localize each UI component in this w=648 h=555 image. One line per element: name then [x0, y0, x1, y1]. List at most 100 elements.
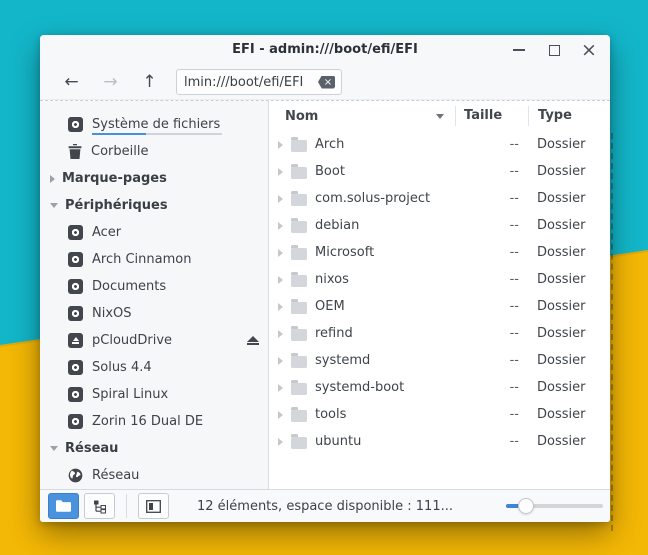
sidebar-item-label: Spiral Linux — [92, 387, 168, 402]
statusbar: 12 éléments, espace disponible : 111... — [40, 489, 610, 522]
file-row-tools[interactable]: tools -- Dossier — [269, 401, 610, 428]
sidebar-item-zorin[interactable]: Zorin 16 Dual DE — [40, 408, 268, 435]
tree-view-icon — [93, 499, 107, 514]
back-icon: ← — [64, 72, 78, 92]
folder-icon — [291, 194, 307, 206]
sidebar-item-trash[interactable]: Corbeille — [40, 138, 268, 165]
folder-icon — [291, 221, 307, 233]
maximize-button[interactable] — [545, 41, 563, 59]
folder-icon — [291, 437, 307, 449]
statusbar-separator — [126, 494, 127, 518]
file-row-ubuntu[interactable]: ubuntu -- Dossier — [269, 428, 610, 455]
sidebar-item-nixos[interactable]: NixOS — [40, 300, 268, 327]
drive-icon — [68, 414, 83, 429]
file-row-nixos[interactable]: nixos -- Dossier — [269, 266, 610, 293]
sidebar-item-solus[interactable]: Solus 4.4 — [40, 354, 268, 381]
sidebar-item-documents[interactable]: Documents — [40, 273, 268, 300]
sidebar: Système de fichiers Corbeille Marque-pag… — [40, 101, 269, 489]
file-row-microsoft[interactable]: Microsoft -- Dossier — [269, 239, 610, 266]
folder-icon — [291, 248, 307, 260]
expander-icon[interactable] — [278, 276, 283, 284]
toolbar: ← → ↑ lmin:///boot/efi/EFI × — [40, 65, 610, 100]
sidebar-section-network[interactable]: Réseau — [40, 435, 268, 462]
sort-descending-icon — [436, 114, 444, 119]
clear-location-icon[interactable]: × — [318, 76, 335, 89]
list-header: Nom Taille Type — [269, 101, 610, 131]
expander-icon[interactable] — [278, 249, 283, 257]
sidebar-item-label: Documents — [92, 279, 166, 294]
sidebar-section-label: Périphériques — [65, 198, 168, 213]
back-button[interactable]: ← — [52, 72, 91, 92]
minimize-button[interactable] — [510, 41, 528, 59]
file-row-systemd-boot[interactable]: systemd-boot -- Dossier — [269, 374, 610, 401]
folder-icon — [291, 329, 307, 341]
trash-icon — [68, 144, 82, 159]
expander-icon[interactable] — [278, 330, 283, 338]
slider-knob[interactable] — [518, 498, 534, 514]
sidebar-item-label: Arch Cinnamon — [92, 252, 191, 267]
file-row-refind[interactable]: refind -- Dossier — [269, 320, 610, 347]
drive-icon — [68, 279, 83, 294]
forward-button[interactable]: → — [91, 72, 130, 92]
icon-view-button[interactable] — [48, 493, 79, 519]
close-icon: × — [581, 41, 597, 59]
folder-icon — [291, 302, 307, 314]
location-input[interactable]: lmin:///boot/efi/EFI — [184, 75, 318, 90]
titlebar[interactable]: EFI - admin:///boot/efi/EFI × — [40, 35, 610, 65]
content-area: Système de fichiers Corbeille Marque-pag… — [40, 100, 610, 489]
file-rows: Arch -- Dossier Boot -- Dossier com.solu… — [269, 131, 610, 455]
file-row-systemd[interactable]: systemd -- Dossier — [269, 347, 610, 374]
sidebar-item-label: NixOS — [92, 306, 132, 321]
location-bar[interactable]: lmin:///boot/efi/EFI × — [176, 69, 342, 95]
column-header-type[interactable]: Type — [528, 106, 610, 126]
file-list-pane: Nom Taille Type Arch -- Dossier Boot -- — [269, 101, 610, 489]
toggle-sidebar-button[interactable] — [138, 493, 169, 519]
sidebar-item-arch-cinnamon[interactable]: Arch Cinnamon — [40, 246, 268, 273]
folder-icon — [291, 383, 307, 395]
sidebar-section-label: Réseau — [65, 441, 118, 456]
drive-icon — [68, 387, 83, 402]
expander-icon[interactable] — [278, 195, 283, 203]
drive-icon — [68, 225, 83, 240]
expander-icon[interactable] — [278, 357, 283, 365]
sidebar-item-spiral-linux[interactable]: Spiral Linux — [40, 381, 268, 408]
drive-icon — [68, 252, 83, 267]
column-header-name[interactable]: Nom — [269, 109, 455, 124]
file-row-arch[interactable]: Arch -- Dossier — [269, 131, 610, 158]
removable-drive-icon — [68, 333, 83, 348]
window-controls: × — [510, 35, 598, 65]
file-row-boot[interactable]: Boot -- Dossier — [269, 158, 610, 185]
tree-view-button[interactable] — [84, 493, 115, 519]
sidebar-item-network[interactable]: Réseau — [40, 462, 268, 489]
folder-icon — [291, 356, 307, 368]
sidebar-item-pclouddrive[interactable]: pCloudDrive — [40, 327, 268, 354]
file-manager-window: EFI - admin:///boot/efi/EFI × ← → ↑ lmin… — [40, 35, 610, 522]
eject-button[interactable] — [247, 336, 259, 346]
folder-view-icon — [56, 500, 71, 512]
folder-icon — [291, 410, 307, 422]
sidebar-section-devices[interactable]: Périphériques — [40, 192, 268, 219]
folder-icon — [291, 140, 307, 152]
expander-icon[interactable] — [278, 411, 283, 419]
file-row-com-solus-project[interactable]: com.solus-project -- Dossier — [269, 185, 610, 212]
desktop-wallpaper: EFI - admin:///boot/efi/EFI × ← → ↑ lmin… — [0, 0, 648, 555]
up-icon: ↑ — [142, 72, 156, 92]
expander-icon[interactable] — [278, 168, 283, 176]
expander-icon[interactable] — [278, 384, 283, 392]
sidebar-item-acer[interactable]: Acer — [40, 219, 268, 246]
sidebar-item-label: Solus 4.4 — [92, 360, 152, 375]
column-header-size[interactable]: Taille — [455, 106, 528, 126]
expander-icon[interactable] — [278, 222, 283, 230]
expander-icon[interactable] — [278, 141, 283, 149]
expander-icon[interactable] — [278, 303, 283, 311]
sidebar-section-bookmarks[interactable]: Marque-pages — [40, 165, 268, 192]
sidebar-item-label: Zorin 16 Dual DE — [92, 414, 203, 429]
file-row-oem[interactable]: OEM -- Dossier — [269, 293, 610, 320]
sidebar-item-filesystem[interactable]: Système de fichiers — [40, 111, 268, 138]
up-button[interactable]: ↑ — [130, 72, 169, 92]
close-button[interactable]: × — [580, 41, 598, 59]
file-row-debian[interactable]: debian -- Dossier — [269, 212, 610, 239]
expander-icon[interactable] — [278, 438, 283, 446]
drive-icon — [68, 360, 83, 375]
zoom-slider[interactable] — [506, 504, 603, 508]
